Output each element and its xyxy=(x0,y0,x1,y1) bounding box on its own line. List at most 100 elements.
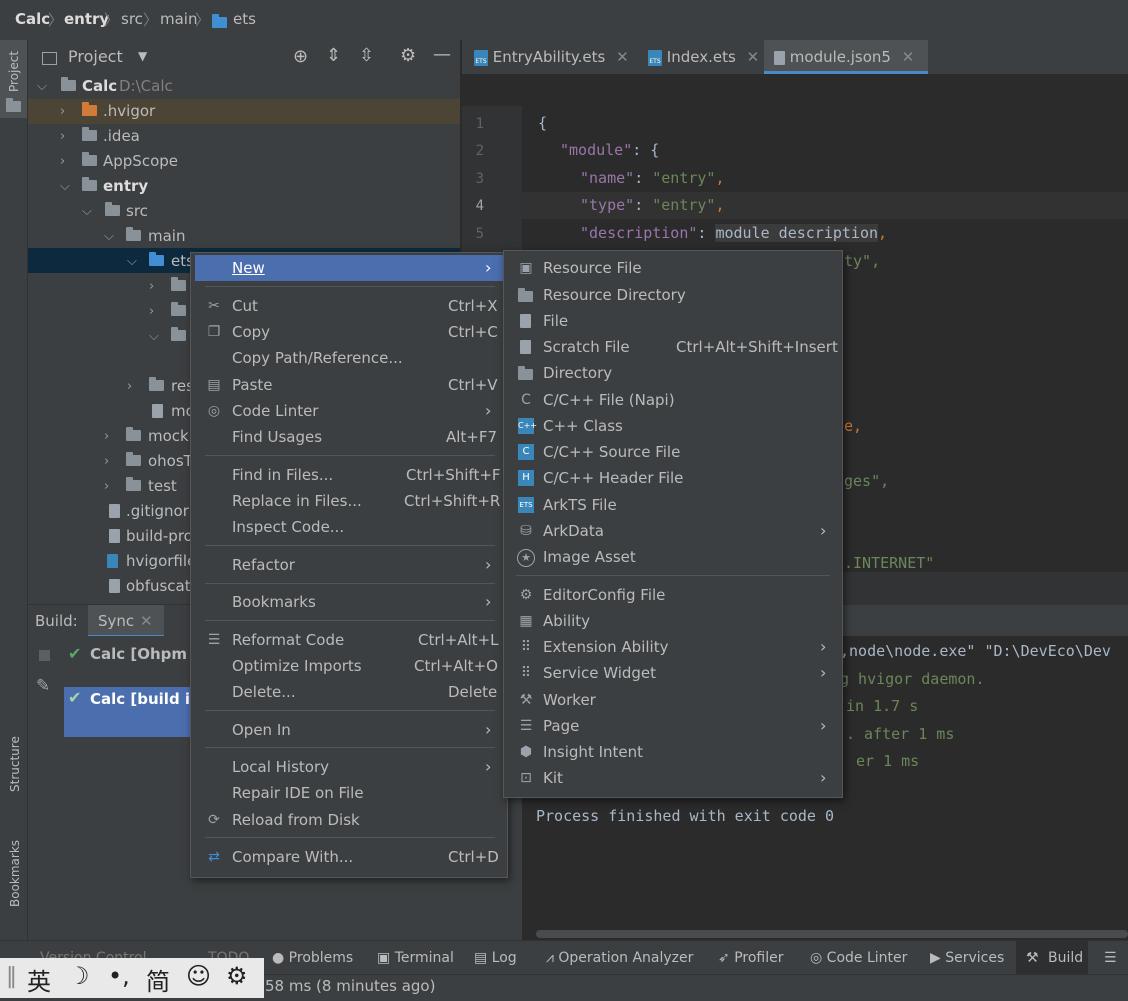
tree-label: obfuscat xyxy=(126,577,191,595)
submenu-item-arkts-file[interactable]: ETS ArkTS File xyxy=(504,492,842,518)
menu-item-bookmarks[interactable]: Bookmarks › xyxy=(191,589,507,615)
breadcrumb-item-main[interactable]: main xyxy=(160,10,197,28)
file-icon xyxy=(520,314,531,328)
tree-item-entry[interactable]: ⌵ entry xyxy=(28,174,460,199)
caret-down-icon[interactable]: ▼ xyxy=(138,49,147,63)
json-file-icon xyxy=(152,404,163,418)
submenu-item-page[interactable]: ☰ Page › xyxy=(504,713,842,739)
submenu-item-ability[interactable]: ▦ Ability xyxy=(504,608,842,634)
submenu-item-extension-ability[interactable]: ⠿ Extension Ability › xyxy=(504,634,842,660)
menu-item-reformat-code[interactable]: ☰ Reformat Code Ctrl+Alt+L xyxy=(191,627,507,653)
simplified-button[interactable]: 简 xyxy=(146,962,170,997)
problems-button[interactable]: ● Problems xyxy=(272,941,353,975)
menu-item-local-history[interactable]: Local History › xyxy=(191,754,507,780)
submenu-item-resource-directory[interactable]: Resource Directory xyxy=(504,282,842,308)
close-icon[interactable]: ✕ xyxy=(140,612,153,630)
menu-item-new[interactable]: New › xyxy=(195,255,503,281)
moon-icon[interactable]: ☽ xyxy=(68,962,90,990)
submenu-item-scratch-file[interactable]: Scratch File Ctrl+Alt+Shift+Insert xyxy=(504,334,842,360)
close-icon[interactable]: ✕ xyxy=(747,48,760,66)
tree-item-idea[interactable]: › .idea xyxy=(28,124,460,149)
code-linter-button[interactable]: ◎ Code Linter xyxy=(810,941,907,975)
chevron-down-icon: ⌵ xyxy=(127,254,137,269)
punctuation-icon[interactable]: •, xyxy=(108,962,130,990)
hide-icon[interactable]: — xyxy=(433,44,451,65)
operation-analyzer-button[interactable]: ⩘ Operation Analyzer xyxy=(546,941,693,975)
tree-item-src[interactable]: ⌵ src xyxy=(28,199,460,224)
menu-item-delete[interactable]: Delete... Delete xyxy=(191,679,507,705)
menu-item-copy[interactable]: ❐ Copy Ctrl+C xyxy=(191,319,507,345)
submenu-item-image-asset[interactable]: ★ Image Asset xyxy=(504,544,842,570)
submenu-item-worker[interactable]: ⚒ Worker xyxy=(504,687,842,713)
close-icon[interactable]: ✕ xyxy=(616,48,629,66)
project-stripe-button[interactable]: Project xyxy=(0,40,27,118)
locate-icon[interactable]: ⊕ xyxy=(293,46,308,67)
stop-icon[interactable] xyxy=(39,650,50,661)
structure-stripe-button[interactable]: Structure xyxy=(0,730,27,814)
tree-item-main[interactable]: ⌵ main xyxy=(28,224,460,249)
menu-item-refactor[interactable]: Refactor › xyxy=(191,552,507,578)
folder-icon xyxy=(518,366,533,380)
submenu-item-service-widget[interactable]: ⠿ Service Widget › xyxy=(504,660,842,686)
project-view-title[interactable]: Project xyxy=(68,47,123,66)
tree-item-appscope[interactable]: › AppScope xyxy=(28,149,460,174)
code-line: { xyxy=(538,114,548,132)
grip-icon[interactable]: ‖ xyxy=(6,964,17,989)
submenu-item-kit[interactable]: ⊡ Kit › xyxy=(504,765,842,791)
submenu-item-insight-intent[interactable]: ⬢ Insight Intent xyxy=(504,739,842,765)
submenu-item-editorconfig[interactable]: ⚙ EditorConfig File xyxy=(504,582,842,608)
chevron-right-icon: › xyxy=(60,129,66,144)
horizontal-scrollbar[interactable] xyxy=(536,930,1128,938)
menu-item-cut[interactable]: ✂ Cut Ctrl+X xyxy=(191,293,507,319)
breadcrumb-item-src[interactable]: src xyxy=(121,10,143,28)
tab-sync[interactable]: Sync ✕ xyxy=(88,605,164,637)
emoji-icon[interactable]: ☺ xyxy=(186,962,211,990)
breadcrumb-item-entry[interactable]: entry xyxy=(64,10,109,28)
tab-module-json5[interactable]: module.json5 ✕ xyxy=(764,40,928,74)
submenu-item-file[interactable]: File xyxy=(504,308,842,334)
file-icon xyxy=(109,579,120,593)
submenu-item-cpp-header[interactable]: H C/C++ Header File xyxy=(504,465,842,491)
project-stripe-label: Project xyxy=(7,50,21,92)
menu-item-copy-path[interactable]: Copy Path/Reference... xyxy=(191,345,507,371)
submenu-item-arkdata[interactable]: ⛁ ArkData › xyxy=(504,518,842,544)
tab-index[interactable]: ETS Index.ets ✕ xyxy=(644,40,762,74)
tab-entryability[interactable]: ETS EntryAbility.ets ✕ xyxy=(470,40,640,74)
menu-item-find-in-files[interactable]: Find in Files... Ctrl+Shift+F xyxy=(191,462,507,488)
breadcrumb-item-calc[interactable]: Calc xyxy=(15,10,50,28)
submenu-item-cpp-napi[interactable]: C C/C++ File (Napi) xyxy=(504,387,842,413)
breadcrumb-item-ets[interactable]: ets xyxy=(233,10,256,28)
menu-item-compare-with[interactable]: ⇄ Compare With... Ctrl+D xyxy=(191,844,507,870)
ime-mode-button[interactable]: 英 xyxy=(27,962,51,997)
pin-icon[interactable]: ✎ xyxy=(36,676,50,696)
submenu-item-directory[interactable]: Directory xyxy=(504,360,842,386)
submenu-item-resource-file[interactable]: ▣ Resource File xyxy=(504,255,842,281)
tree-item-hvigor[interactable]: › .hvigor xyxy=(28,99,460,124)
gear-icon[interactable]: ⚙ xyxy=(226,962,248,990)
menu-item-open-in[interactable]: Open In › xyxy=(191,717,507,743)
menu-item-code-linter[interactable]: ◎ Code Linter › xyxy=(191,398,507,424)
c-header-icon: H xyxy=(518,470,534,486)
profiler-button[interactable]: ➶ Profiler xyxy=(718,941,783,975)
module-folder-icon xyxy=(82,177,97,191)
menu-item-optimize-imports[interactable]: Optimize Imports Ctrl+Alt+O xyxy=(191,653,507,679)
submenu-item-cpp-source[interactable]: C C/C++ Source File xyxy=(504,439,842,465)
menu-item-reload-from-disk[interactable]: ⟳ Reload from Disk xyxy=(191,807,507,833)
gear-icon[interactable]: ⚙ xyxy=(400,45,416,66)
menu-item-replace-in-files[interactable]: Replace in Files... Ctrl+Shift+R xyxy=(191,488,507,514)
bookmarks-stripe-button[interactable]: Bookmarks xyxy=(0,835,27,935)
expand-all-icon[interactable]: ⇕ xyxy=(326,45,341,66)
terminal-button[interactable]: ▣ Terminal xyxy=(377,941,454,975)
build-button[interactable]: ⚒ Build xyxy=(1016,941,1088,975)
close-icon[interactable]: ✕ xyxy=(902,48,915,66)
log-button[interactable]: ▤ Log xyxy=(474,941,517,975)
menu-item-inspect-code[interactable]: Inspect Code... xyxy=(191,514,507,540)
tree-item-calc[interactable]: ⌵ Calc D:\Calc xyxy=(28,74,460,99)
services-button[interactable]: ▶ Services xyxy=(930,941,1004,975)
menu-item-find-usages[interactable]: Find Usages Alt+F7 xyxy=(191,424,507,450)
menu-item-repair-ide[interactable]: Repair IDE on File xyxy=(191,780,507,806)
submenu-item-cpp-class[interactable]: C++ C++ Class xyxy=(504,413,842,439)
collapse-all-icon[interactable]: ⇳ xyxy=(359,45,374,66)
menu-item-paste[interactable]: ▤ Paste Ctrl+V xyxy=(191,372,507,398)
menu-icon[interactable]: ☰ xyxy=(1104,941,1117,975)
